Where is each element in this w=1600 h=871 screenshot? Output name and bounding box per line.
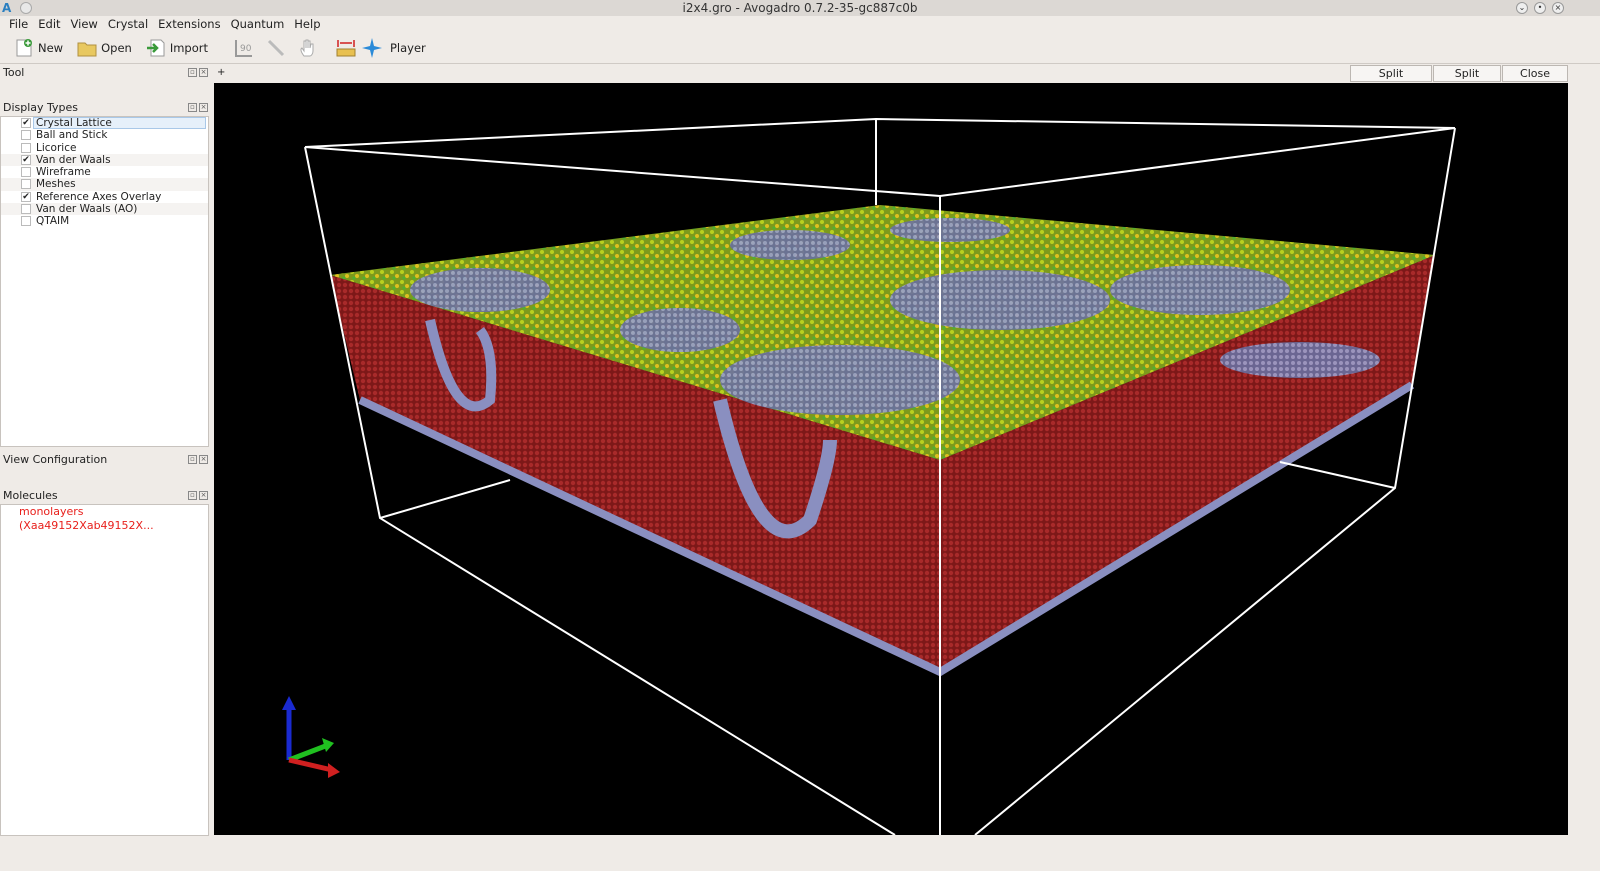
svg-text:90: 90	[240, 44, 252, 54]
add-view-button[interactable]: +	[217, 67, 225, 78]
float-icon[interactable]: ▫	[188, 103, 197, 112]
display-type-item[interactable]: Wireframe	[1, 166, 208, 178]
menu-edit[interactable]: Edit	[33, 16, 65, 33]
display-types-list: ✔ Crystal Lattice Ball and Stick Licorice…	[0, 116, 209, 447]
window-menu-button[interactable]	[20, 2, 32, 14]
close-view-button[interactable]: Close	[1502, 65, 1568, 82]
tool-panel-header: Tool ▫ ×	[3, 66, 208, 79]
molecule-item[interactable]: monolayers (Xaa49152Xab49152X...	[1, 505, 208, 532]
checkbox[interactable]	[21, 216, 31, 227]
checkbox[interactable]: ✔	[21, 154, 31, 165]
menu-extensions[interactable]: Extensions	[153, 16, 225, 33]
checkbox[interactable]	[21, 167, 31, 178]
close-icon[interactable]: ×	[199, 491, 208, 500]
toolbar: New Open Import 90 Player	[0, 33, 1600, 64]
new-button[interactable]: New	[14, 38, 63, 58]
display-type-item[interactable]: ✔ Crystal Lattice	[1, 117, 208, 129]
split-vertical-button[interactable]: Split Vertical	[1433, 65, 1501, 95]
checkbox[interactable]: ✔	[21, 191, 31, 202]
split-horizontal-button[interactable]: Split Horizontal	[1350, 65, 1432, 95]
checkbox[interactable]	[21, 130, 31, 141]
close-icon[interactable]: ×	[199, 103, 208, 112]
menu-help[interactable]: Help	[289, 16, 325, 33]
display-type-item[interactable]: QTAIM	[1, 215, 208, 227]
display-type-item[interactable]: Ball and Stick	[1, 129, 208, 141]
close-icon[interactable]: ×	[199, 68, 208, 77]
menu-crystal[interactable]: Crystal	[103, 16, 153, 33]
navigate-hand-icon[interactable]	[298, 38, 318, 58]
checkbox[interactable]	[21, 204, 31, 215]
molecules-list: monolayers (Xaa49152Xab49152X...	[0, 504, 209, 836]
measure-angle-icon[interactable]: 90	[234, 38, 254, 58]
import-icon	[146, 39, 165, 57]
float-icon[interactable]: ▫	[188, 68, 197, 77]
display-type-item[interactable]: Meshes	[1, 178, 208, 191]
menu-view[interactable]: View	[66, 16, 103, 33]
display-types-panel-header: Display Types ▫ ×	[3, 101, 208, 114]
checkbox[interactable]	[21, 179, 31, 190]
avogadro-logo-icon: A	[2, 1, 12, 15]
display-type-item[interactable]: Licorice	[1, 142, 208, 154]
window-title: i2x4.gro - Avogadro 0.7.2-35-gc887c0b	[682, 1, 918, 15]
title-bar: A i2x4.gro - Avogadro 0.7.2-35-gc887c0b …	[0, 0, 1600, 16]
float-icon[interactable]: ▫	[188, 491, 197, 500]
display-type-item[interactable]: ✔ Reference Axes Overlay	[1, 191, 208, 203]
new-file-icon	[16, 39, 32, 57]
close-window-button[interactable]: ×	[1552, 2, 1564, 14]
import-button[interactable]: Import	[146, 38, 208, 58]
folder-open-icon	[77, 42, 97, 57]
reference-axes	[282, 696, 340, 778]
checkbox[interactable]: ✔	[21, 118, 31, 128]
ruler-icon[interactable]	[336, 38, 356, 58]
view-configuration-panel-header: View Configuration ▫ ×	[3, 453, 208, 466]
menu-quantum[interactable]: Quantum	[226, 16, 290, 33]
molecules-panel-header: Molecules ▫ ×	[3, 489, 208, 502]
player-button[interactable]: Player	[390, 41, 426, 55]
open-button[interactable]: Open	[77, 38, 132, 58]
float-icon[interactable]: ▫	[188, 455, 197, 464]
display-type-item[interactable]: Van der Waals (AO)	[1, 203, 208, 216]
status-bar	[0, 836, 1600, 871]
minimize-button[interactable]: ⌄	[1516, 2, 1528, 14]
close-icon[interactable]: ×	[199, 455, 208, 464]
draw-pencil-icon[interactable]	[266, 38, 286, 58]
display-type-item[interactable]: ✔ Van der Waals	[1, 153, 208, 167]
checkbox[interactable]	[21, 142, 31, 153]
menu-bar: File Edit View Crystal Extensions Quantu…	[0, 16, 1600, 33]
menu-file[interactable]: File	[4, 16, 33, 33]
molecule-render	[282, 117, 1456, 836]
maximize-button[interactable]: •	[1534, 2, 1546, 14]
autooptimize-star-icon[interactable]	[361, 38, 382, 58]
molecule-3d-viewport[interactable]	[214, 83, 1568, 836]
